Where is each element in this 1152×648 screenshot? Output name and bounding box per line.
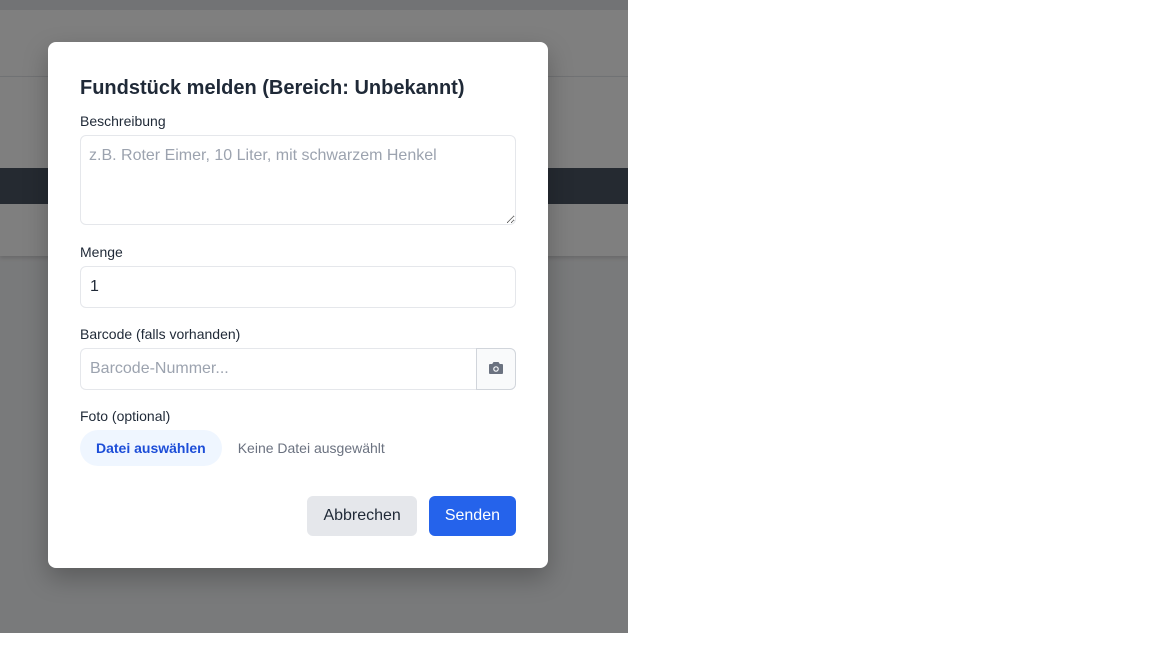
barcode-input[interactable]: [80, 348, 476, 390]
dialog-actions: Abbrechen Senden: [307, 496, 516, 536]
barcode-label: Barcode (falls vorhanden): [80, 326, 241, 342]
file-status-text: Keine Datei ausgewählt: [237, 440, 385, 456]
photo-label: Foto (optional): [80, 408, 171, 424]
barcode-input-group: [80, 348, 516, 390]
cancel-button[interactable]: Abbrechen: [307, 496, 417, 536]
submit-button[interactable]: Senden: [428, 496, 516, 536]
description-textarea[interactable]: [80, 135, 516, 225]
photo-file-input: Datei auswählen Keine Datei ausgewählt: [80, 430, 516, 466]
choose-file-button[interactable]: Datei auswählen: [80, 430, 222, 466]
quantity-label: Menge: [80, 244, 123, 260]
description-label: Beschreibung: [80, 113, 166, 129]
quantity-input[interactable]: [80, 266, 516, 308]
scan-barcode-button[interactable]: [476, 348, 516, 390]
camera-icon: [488, 361, 504, 378]
report-item-dialog: Fundstück melden (Bereich: Unbekannt) Be…: [48, 42, 548, 568]
dialog-title: Fundstück melden (Bereich: Unbekannt): [80, 77, 465, 99]
